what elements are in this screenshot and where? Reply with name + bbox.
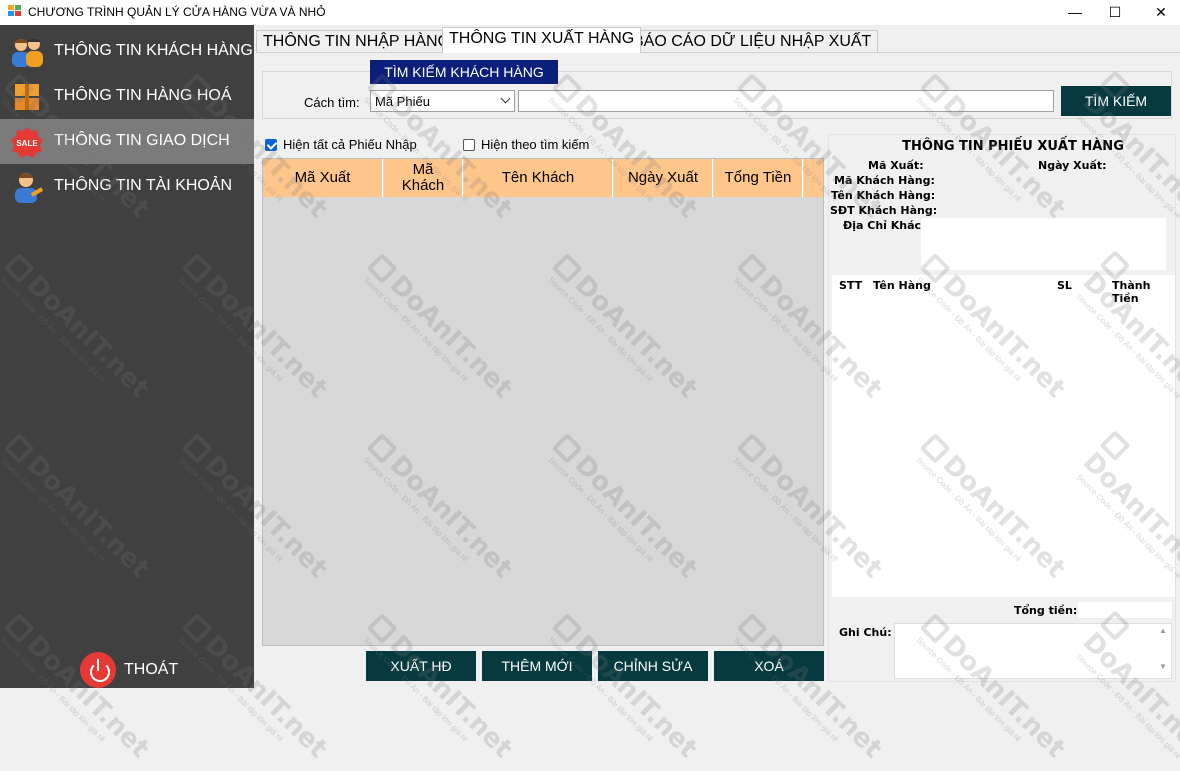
close-button[interactable]: ✕	[1138, 0, 1180, 25]
note-scrollbar[interactable]: ▲ ▼	[1157, 626, 1169, 676]
delete-button[interactable]: XOÁ	[714, 651, 824, 681]
sidebar: THÔNG TIN KHÁCH HÀNG THÔNG TIN HÀNG HOÁ …	[0, 25, 254, 688]
goods-box-icon	[15, 84, 39, 110]
sidebar-item-label: THÔNG TIN KHÁCH HÀNG	[54, 42, 253, 59]
show-search-checkbox[interactable]: Hiện theo tìm kiếm	[463, 137, 589, 152]
ngay-xuat-label: Ngày Xuất:	[1038, 159, 1107, 172]
checkbox-checked-icon	[265, 139, 277, 151]
maximize-button[interactable]: ☐	[1092, 0, 1138, 25]
app-window: CHƯƠNG TRÌNH QUẢN LÝ CỬA HÀNG VỪA VÀ NHỎ…	[0, 0, 1180, 764]
add-new-button[interactable]: THÊM MỚI	[482, 651, 592, 681]
total-value-field	[1078, 602, 1172, 618]
edit-button[interactable]: CHỈNH SỬA	[598, 651, 708, 681]
app-icon	[8, 5, 21, 17]
export-receipts-table[interactable]: Mã Xuất Mã Khách Tên Khách Ngày Xuất Tổn…	[262, 158, 824, 646]
items-header-thanh-tien: Thành Tiền	[1112, 279, 1151, 305]
tab-import[interactable]: THÔNG TIN NHẬP HÀNG	[256, 30, 457, 52]
sale-badge-icon: SALE	[11, 127, 43, 158]
column-header-filler	[804, 159, 823, 197]
items-list[interactable]	[832, 275, 1175, 597]
column-header-ngay-xuat[interactable]: Ngày Xuất	[614, 159, 713, 197]
show-all-checkbox[interactable]: Hiện tất cả Phiếu Nhập	[265, 137, 417, 152]
title-bar: CHƯƠNG TRÌNH QUẢN LÝ CỬA HÀNG VỪA VÀ NHỎ…	[0, 0, 1180, 25]
dia-chi-label: Địa Chỉ Khách:	[843, 219, 934, 232]
note-textarea[interactable]: ▲ ▼	[894, 623, 1172, 679]
ma-xuat-label: Mã Xuất:	[868, 159, 924, 172]
search-input[interactable]	[518, 90, 1054, 112]
search-method-select[interactable]: Mã Phiếu	[370, 90, 515, 112]
items-header-sl: SL	[1057, 279, 1072, 292]
sidebar-item-customers[interactable]: THÔNG TIN KHÁCH HÀNG	[0, 29, 254, 74]
account-user-icon	[15, 173, 44, 203]
column-header-ma-khach[interactable]: Mã Khách	[384, 159, 463, 197]
sidebar-item-transactions[interactable]: SALE THÔNG TIN GIAO DỊCH	[0, 119, 254, 164]
power-icon	[80, 652, 116, 688]
exit-label: THOÁT	[124, 661, 179, 678]
exit-button[interactable]: THOÁT	[80, 652, 230, 688]
ghi-chu-label: Ghi Chú:	[839, 626, 892, 639]
search-method-label: Cách tìm:	[304, 95, 360, 110]
sidebar-item-account[interactable]: THÔNG TIN TÀI KHOẢN	[0, 164, 254, 209]
tab-report[interactable]: BÁO CÁO DỮ LIỆU NHẬP XUẤT	[626, 30, 879, 52]
items-header-stt: STT	[839, 279, 863, 292]
export-invoice-button[interactable]: XUẤT HĐ	[366, 651, 476, 681]
window-title: CHƯƠNG TRÌNH QUẢN LÝ CỬA HÀNG VỪA VÀ NHỎ	[28, 5, 326, 19]
sidebar-item-label: THÔNG TIN TÀI KHOẢN	[54, 177, 233, 194]
chevron-down-icon	[500, 93, 511, 104]
search-button[interactable]: TÌM KIẾM	[1061, 86, 1171, 116]
show-all-label: Hiện tất cả Phiếu Nhập	[283, 137, 417, 152]
column-header-ten-khach[interactable]: Tên Khách	[464, 159, 613, 197]
svg-text:SALE: SALE	[16, 139, 38, 148]
sidebar-item-label: THÔNG TIN GIAO DỊCH	[54, 132, 230, 149]
column-header-ma-xuat[interactable]: Mã Xuất	[263, 159, 383, 197]
sidebar-item-label: THÔNG TIN HÀNG HOÁ	[54, 87, 232, 104]
column-header-tong-tien[interactable]: Tổng Tiền	[714, 159, 803, 197]
sidebar-item-goods[interactable]: THÔNG TIN HÀNG HOÁ	[0, 74, 254, 119]
search-method-value: Mã Phiếu	[375, 94, 430, 109]
tab-export[interactable]: THÔNG TIN XUẤT HÀNG	[442, 27, 642, 53]
table-header: Mã Xuất Mã Khách Tên Khách Ngày Xuất Tổn…	[263, 159, 823, 197]
ten-khach-label: Tên Khách Hàng:	[831, 189, 936, 202]
sdt-khach-label: SĐT Khách Hàng:	[830, 204, 938, 217]
tong-tien-label: Tổng tiền:	[1014, 604, 1078, 617]
customers-icon	[12, 38, 43, 67]
ma-khach-label: Mã Khách Hàng:	[834, 174, 935, 187]
search-group-title: TÌM KIẾM KHÁCH HÀNG	[370, 60, 558, 84]
show-search-label: Hiện theo tìm kiếm	[481, 137, 590, 152]
items-header-ten-hang: Tên Hàng	[873, 279, 931, 292]
address-field	[921, 218, 1166, 270]
checkbox-unchecked-icon	[463, 139, 475, 151]
detail-title: THÔNG TIN PHIẾU XUẤT HÀNG	[902, 139, 1124, 154]
